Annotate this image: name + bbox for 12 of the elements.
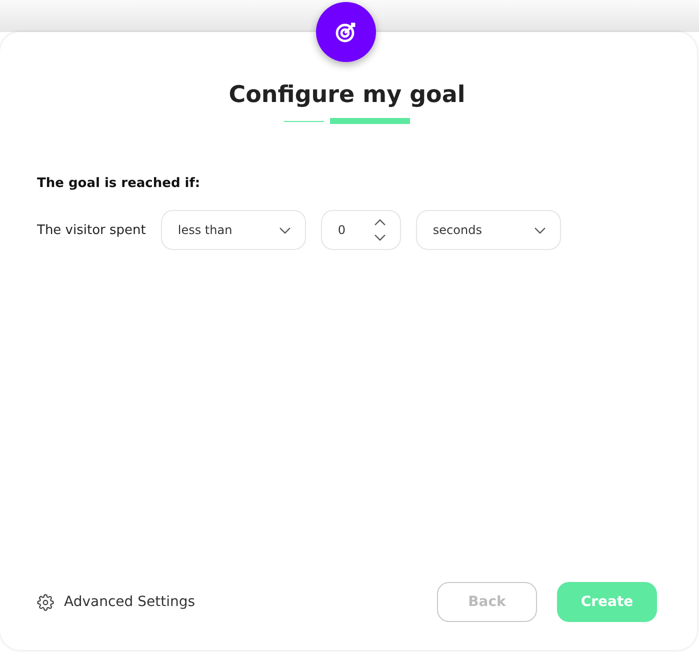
target-icon <box>334 20 358 44</box>
stepper-icon <box>374 219 386 241</box>
advanced-settings-link[interactable]: Advanced Settings <box>64 594 196 610</box>
operator-dropdown[interactable]: less than <box>160 210 306 250</box>
dialog-title: Configure my goal <box>228 82 466 108</box>
chevron-down-icon <box>278 226 291 234</box>
settings-icon[interactable] <box>37 594 54 610</box>
chevron-down-icon <box>534 226 546 234</box>
condition-label: The visitor spent <box>37 222 146 238</box>
unit-dropdown[interactable]: seconds <box>416 210 561 250</box>
number-field[interactable]: 0 <box>320 210 401 250</box>
section-heading: The goal is reached if: <box>37 176 202 191</box>
